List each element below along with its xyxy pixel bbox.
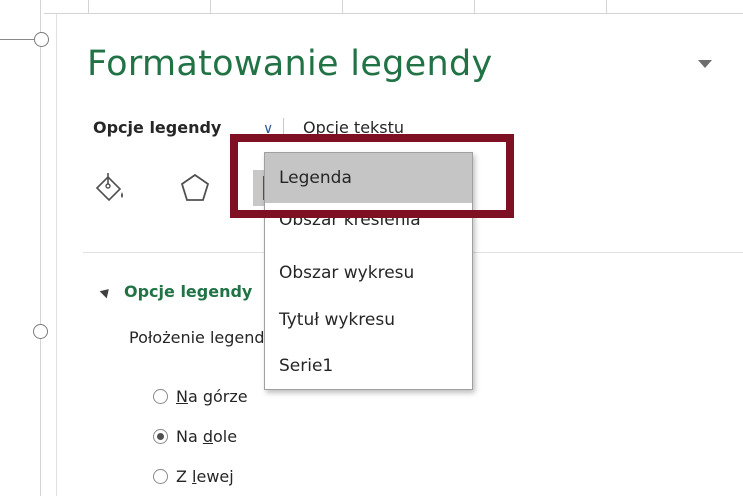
chart-resize-handle[interactable] [34,32,49,47]
collapse-triangle-icon [99,285,113,298]
pane-title: Formatowanie legendy [87,44,493,84]
dropdown-item-chart-area[interactable]: Obszar wykresu [265,250,472,296]
highlight-box [230,134,514,218]
dropdown-item-series1[interactable]: Serie1 [265,343,472,389]
radio-label: Na górze [176,387,248,406]
radio-label: Na dole [176,427,238,446]
column-gridline [210,0,211,13]
section-legend-options[interactable]: Opcje legendy [99,281,253,301]
paint-bucket-icon[interactable] [93,170,129,206]
radio-bottom[interactable]: Na dole [153,426,237,448]
radio-button[interactable] [153,389,168,404]
column-gridline [342,0,343,13]
column-gridline [474,0,475,13]
worksheet-column-strip [0,0,743,14]
dropdown-item-chart-title[interactable]: Tytuł wykresu [265,297,472,343]
tab-legend-options[interactable]: Opcje legendy [93,118,221,137]
legend-position-label: Położenie legendy [129,328,275,347]
worksheet-edge [0,0,44,496]
section-label: Opcje legendy [124,282,253,301]
radio-left[interactable]: Z lewej [153,466,234,488]
radio-label: Z lewej [176,467,234,486]
radio-button[interactable] [153,469,168,484]
chart-connector-line [0,39,34,40]
chart-border-line [40,0,41,496]
pentagon-icon[interactable] [177,170,213,206]
chart-resize-handle[interactable] [33,324,48,339]
column-gridline [88,0,89,13]
column-gridline [606,0,607,13]
radio-button-checked[interactable] [153,429,168,444]
radio-top[interactable]: Na górze [153,386,248,408]
pane-options-chevron-icon[interactable] [698,60,712,68]
